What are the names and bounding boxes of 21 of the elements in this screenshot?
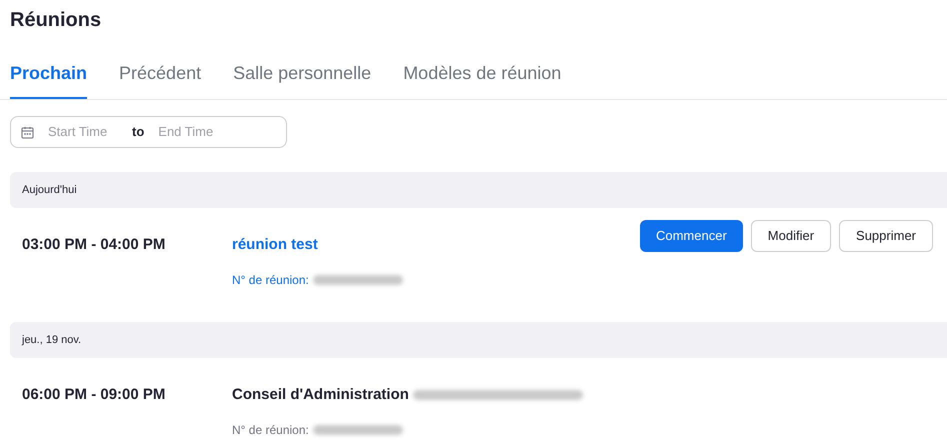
day-header: Aujourd'hui bbox=[10, 172, 947, 208]
range-separator: to bbox=[132, 123, 144, 142]
secondary-button[interactable]: Modifier bbox=[750, 220, 832, 252]
meeting-time: 06:00 PM - 09:00 PM bbox=[22, 385, 166, 405]
primary-button[interactable]: Commencer bbox=[640, 220, 743, 252]
end-time-input[interactable]: End Time bbox=[158, 122, 228, 142]
meeting-id-label: N° de réunion: bbox=[232, 422, 309, 438]
meeting-topic: Conseil d'Administration bbox=[232, 385, 409, 405]
meeting-topic-link[interactable]: réunion test bbox=[232, 234, 318, 256]
day-header: jeu., 19 nov. bbox=[10, 322, 947, 358]
page-title: Réunions bbox=[9, 8, 102, 32]
start-time-input[interactable]: Start Time bbox=[48, 122, 118, 142]
calendar-icon bbox=[21, 126, 34, 138]
secondary-button[interactable]: Supprimer bbox=[839, 220, 933, 252]
tab[interactable]: Salle personnelle bbox=[233, 60, 372, 99]
meeting-id-label: N° de réunion: bbox=[232, 272, 309, 288]
tab[interactable]: Modèles de réunion bbox=[403, 60, 562, 99]
date-range-field[interactable]: Start Time to End Time bbox=[10, 116, 287, 148]
tab[interactable]: Précédent bbox=[119, 60, 202, 99]
meeting-time: 03:00 PM - 04:00 PM bbox=[22, 235, 166, 255]
tab[interactable]: Prochain bbox=[10, 60, 88, 99]
